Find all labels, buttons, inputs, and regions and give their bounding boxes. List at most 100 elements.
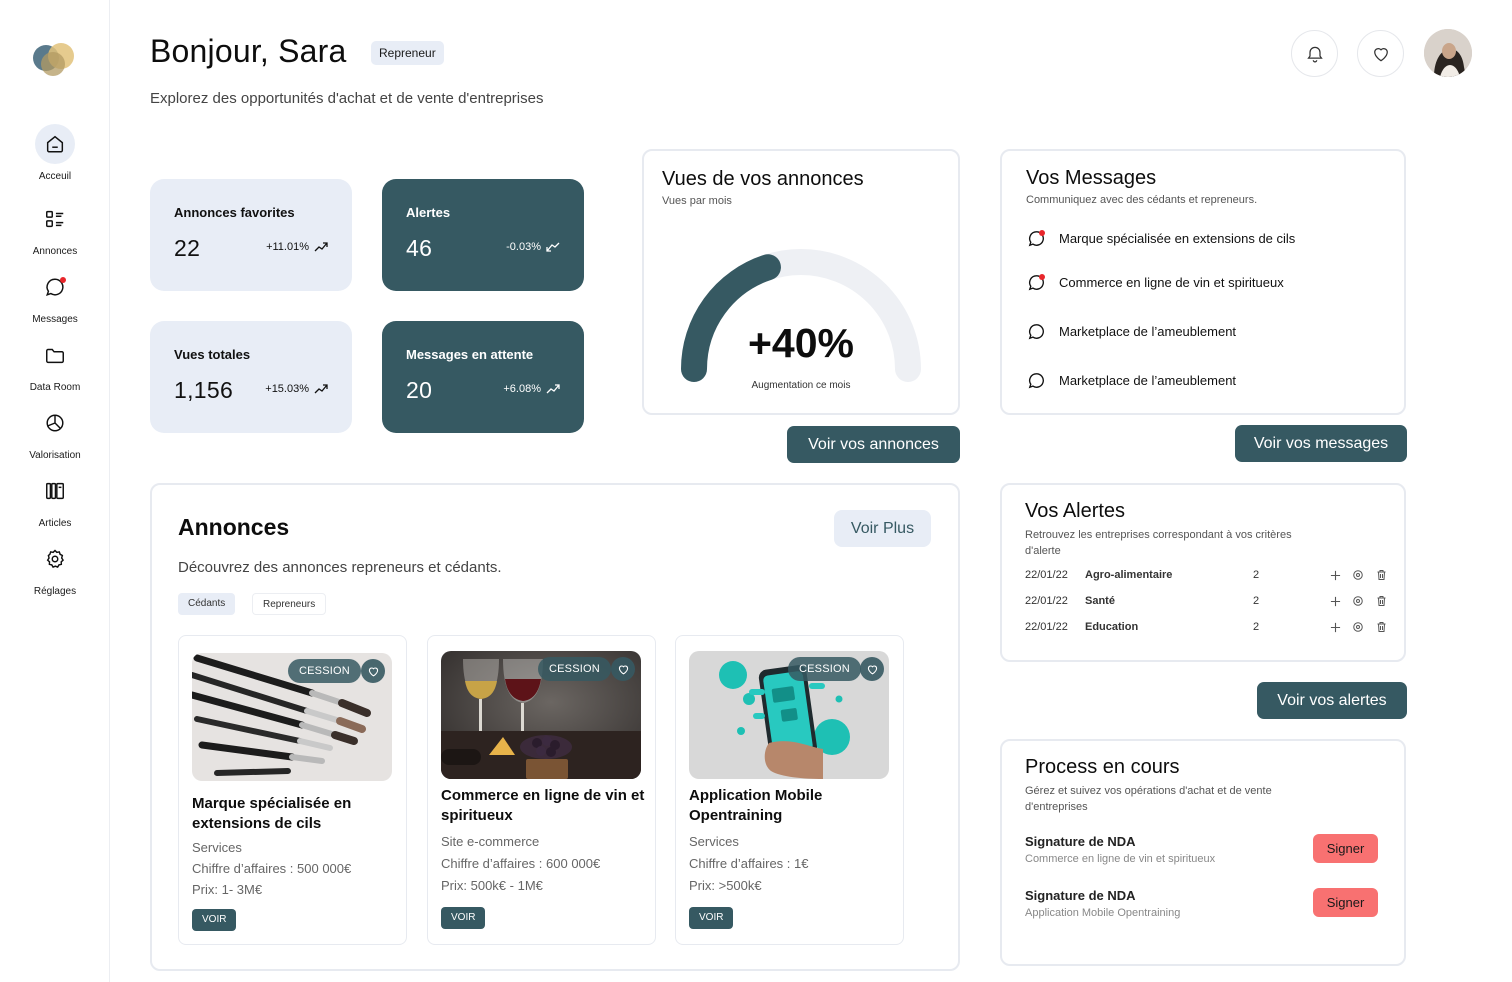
page-subtitle: Explorez des opportunités d'achat et de … bbox=[150, 90, 544, 107]
favorite-button[interactable] bbox=[361, 659, 385, 683]
listing-title: Application Mobile Opentraining bbox=[689, 787, 823, 824]
heart-icon bbox=[618, 664, 628, 674]
stat-card-alerts[interactable]: Alertes 46 -0.03% bbox=[382, 179, 584, 291]
bell-icon bbox=[1306, 46, 1323, 62]
sidebar-item-label: Data Room bbox=[29, 382, 81, 393]
sidebar-item-messages[interactable]: Messages bbox=[0, 267, 110, 325]
add-icon[interactable] bbox=[1330, 570, 1341, 581]
stat-title: Messages en attente bbox=[406, 347, 534, 362]
heart-icon bbox=[1373, 47, 1388, 61]
message-label: Commerce en ligne de vin et spiritueux bbox=[1059, 275, 1284, 290]
messages-title: Vos Messages bbox=[1026, 167, 1157, 189]
message-label: Marque spécialisée en extensions de cils bbox=[1059, 231, 1296, 246]
alert-date: 22/01/22 bbox=[1025, 621, 1068, 633]
views-subtitle: Vues par mois bbox=[662, 195, 732, 207]
sidebar-item-annonces[interactable]: Annonces bbox=[0, 199, 110, 257]
message-item[interactable]: Marketplace de l’ameublement bbox=[1027, 371, 1236, 390]
listing-card[interactable]: CESSION Application Mobile Opentraining … bbox=[675, 635, 904, 945]
message-item[interactable]: Marketplace de l’ameublement bbox=[1027, 322, 1236, 341]
view-listing-button[interactable]: VOIR bbox=[441, 907, 486, 929]
listing-title: Commerce en ligne de vin et spiritueux bbox=[441, 787, 645, 824]
listings-title: Annonces bbox=[178, 514, 290, 540]
trash-icon[interactable] bbox=[1376, 621, 1387, 633]
sidebar-item-valorisation[interactable]: Valorisation bbox=[0, 403, 110, 461]
message-label: Marketplace de l’ameublement bbox=[1059, 373, 1237, 388]
alert-name: Agro-alimentaire bbox=[1085, 569, 1173, 581]
trend-up-icon bbox=[314, 384, 328, 394]
listing-revenue: Chiffre d’affaires : 600 000€ bbox=[441, 856, 601, 871]
page-title: Bonjour, Sara bbox=[150, 33, 347, 69]
alert-name: Santé bbox=[1085, 595, 1115, 607]
sidebar-item-label: Réglages bbox=[33, 586, 77, 597]
see-more-button[interactable]: Voir Plus bbox=[834, 510, 931, 547]
sidebar-item-label: Messages bbox=[32, 314, 78, 325]
sidebar-item-reglages[interactable]: Réglages bbox=[0, 539, 110, 597]
filter-repreneurs[interactable]: Repreneurs bbox=[252, 593, 327, 615]
sidebar: Acceuil Annonces Messages Data Room Valo… bbox=[0, 0, 110, 982]
view-alerts-button[interactable]: Voir vos alertes bbox=[1257, 682, 1407, 719]
favorite-button[interactable] bbox=[860, 657, 884, 681]
view-listing-button[interactable]: VOIR bbox=[192, 909, 237, 931]
notifications-button[interactable] bbox=[1291, 30, 1338, 77]
stat-value: 46 bbox=[406, 235, 433, 261]
stat-value: 20 bbox=[406, 377, 433, 403]
sidebar-item-data-room[interactable]: Data Room bbox=[0, 335, 110, 393]
heart-icon bbox=[368, 666, 378, 676]
trash-icon[interactable] bbox=[1376, 569, 1387, 581]
stat-title: Annonces favorites bbox=[174, 205, 295, 220]
favorites-button[interactable] bbox=[1357, 30, 1404, 77]
stat-card-favorites[interactable]: Annonces favorites 22 +11.01% bbox=[150, 179, 352, 291]
alerts-title: Vos Alertes bbox=[1025, 500, 1126, 522]
settings-icon[interactable] bbox=[1352, 621, 1364, 633]
view-listing-button[interactable]: VOIR bbox=[689, 907, 734, 929]
user-avatar[interactable] bbox=[1424, 29, 1472, 77]
alert-row[interactable]: 22/01/22 Education 2 bbox=[1025, 621, 1390, 635]
view-listings-button[interactable]: Voir vos annonces bbox=[787, 426, 960, 463]
process-item-detail: Application Mobile Opentraining bbox=[1025, 907, 1181, 919]
listing-card[interactable]: CESSION Commerce en ligne de vin et spir… bbox=[427, 635, 656, 945]
listing-price: Prix: 500k€ - 1M€ bbox=[441, 878, 543, 893]
sidebar-item-label: Annonces bbox=[32, 246, 78, 257]
heart-icon bbox=[867, 664, 877, 674]
trash-icon[interactable] bbox=[1376, 595, 1387, 607]
message-item[interactable]: Commerce en ligne de vin et spiritueux bbox=[1027, 273, 1284, 292]
pie-chart-icon bbox=[35, 403, 75, 443]
stat-value: 1,156 bbox=[174, 377, 234, 403]
stat-title: Vues totales bbox=[174, 347, 251, 362]
unread-dot bbox=[1039, 274, 1045, 280]
sign-button[interactable]: Signer bbox=[1313, 834, 1378, 863]
list-icon bbox=[35, 199, 75, 239]
process-subtitle: Gérez et suivez vos opérations d'achat e… bbox=[1025, 785, 1272, 813]
stat-card-total-views[interactable]: Vues totales 1,156 +15.03% bbox=[150, 321, 352, 433]
add-icon[interactable] bbox=[1330, 596, 1341, 607]
alerts-subtitle: Retrouvez les entreprises correspondant … bbox=[1025, 529, 1292, 557]
alert-count: 2 bbox=[1253, 621, 1260, 633]
listing-category: Site e-commerce bbox=[441, 834, 540, 849]
stat-delta-value: -0.03% bbox=[506, 241, 541, 253]
favorite-button[interactable] bbox=[611, 657, 635, 681]
sidebar-item-label: Articles bbox=[38, 518, 72, 529]
settings-icon[interactable] bbox=[1352, 595, 1364, 607]
process-title: Process en cours bbox=[1025, 756, 1180, 778]
sidebar-item-acceuil[interactable]: Acceuil bbox=[0, 124, 110, 182]
sidebar-item-articles[interactable]: Articles bbox=[0, 471, 110, 529]
settings-icon[interactable] bbox=[1352, 569, 1364, 581]
add-icon[interactable] bbox=[1330, 622, 1341, 633]
alert-row[interactable]: 22/01/22 Agro-alimentaire 2 bbox=[1025, 569, 1390, 583]
stat-card-pending-messages[interactable]: Messages en attente 20 +6.08% bbox=[382, 321, 584, 433]
alert-row[interactable]: 22/01/22 Santé 2 bbox=[1025, 595, 1390, 609]
message-item[interactable]: Marque spécialisée en extensions de cils bbox=[1027, 229, 1295, 248]
view-messages-button[interactable]: Voir vos messages bbox=[1235, 425, 1407, 462]
process-item-detail: Commerce en ligne de vin et spiritueux bbox=[1025, 853, 1216, 865]
message-icon bbox=[1027, 371, 1046, 390]
stat-delta: +15.03% bbox=[265, 383, 328, 395]
gauge-caption: Augmentation ce mois bbox=[751, 380, 851, 391]
filter-cedants[interactable]: Cédants bbox=[178, 593, 236, 615]
message-label: Marketplace de l’ameublement bbox=[1059, 324, 1237, 339]
sign-button[interactable]: Signer bbox=[1313, 888, 1378, 917]
cession-tag: CESSION bbox=[538, 657, 611, 681]
home-icon bbox=[35, 124, 75, 164]
stat-value: 22 bbox=[174, 235, 201, 261]
listing-card[interactable]: CESSION Marque spécialisée en extensions… bbox=[178, 635, 407, 945]
cession-tag: CESSION bbox=[788, 657, 861, 681]
